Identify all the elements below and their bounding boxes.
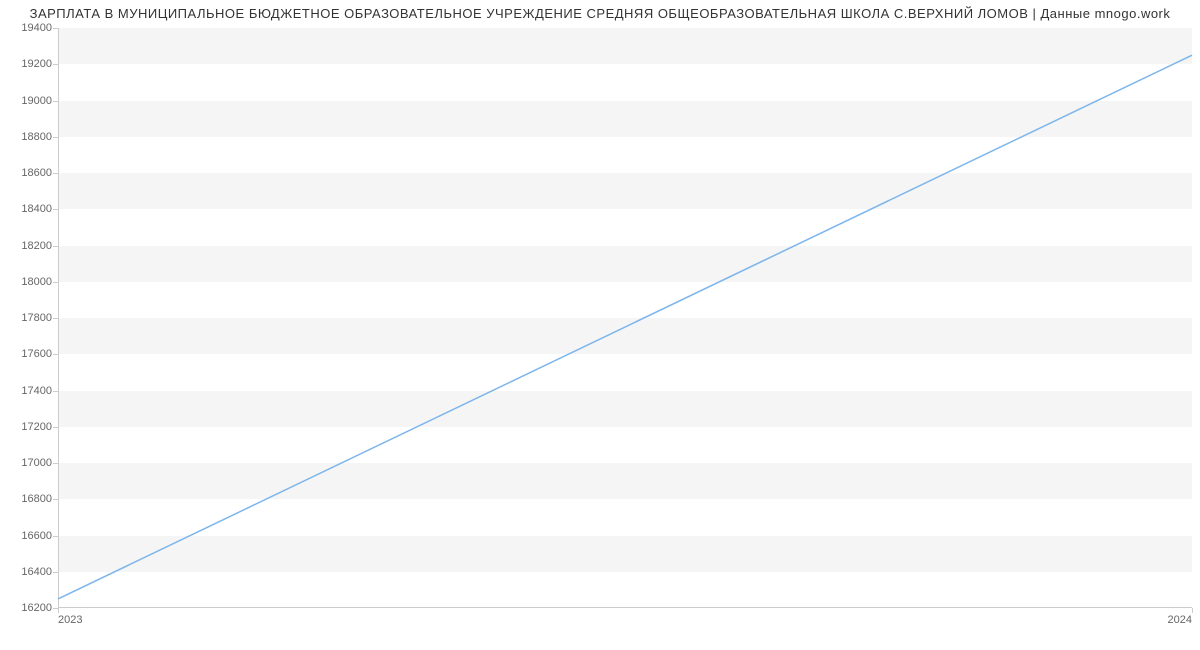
x-tick-mark xyxy=(58,608,59,613)
y-tick-label: 18000 xyxy=(21,276,52,288)
y-tick-label: 18400 xyxy=(21,203,52,215)
y-tick-label: 17200 xyxy=(21,421,52,433)
series-line xyxy=(58,55,1192,599)
y-tick-label: 16800 xyxy=(21,493,52,505)
chart-title: ЗАРПЛАТА В МУНИЦИПАЛЬНОЕ БЮДЖЕТНОЕ ОБРАЗ… xyxy=(0,6,1200,21)
y-tick-label: 19400 xyxy=(21,22,52,34)
y-tick-label: 19000 xyxy=(21,95,52,107)
chart-plot-area: 1620016400166001680017000172001740017600… xyxy=(58,28,1192,608)
chart-svg xyxy=(58,28,1192,608)
y-tick-label: 17600 xyxy=(21,348,52,360)
x-tick-label: 2023 xyxy=(58,614,82,626)
y-tick-label: 17400 xyxy=(21,385,52,397)
y-tick-label: 19200 xyxy=(21,58,52,70)
y-tick-label: 18200 xyxy=(21,240,52,252)
x-tick-mark xyxy=(1192,608,1193,613)
y-tick-label: 18800 xyxy=(21,131,52,143)
y-tick-label: 18600 xyxy=(21,167,52,179)
y-tick-label: 16600 xyxy=(21,530,52,542)
y-tick-label: 17800 xyxy=(21,312,52,324)
y-tick-label: 17000 xyxy=(21,457,52,469)
y-tick-label: 16200 xyxy=(21,602,52,614)
y-tick-label: 16400 xyxy=(21,566,52,578)
x-tick-label: 2024 xyxy=(1168,614,1192,626)
